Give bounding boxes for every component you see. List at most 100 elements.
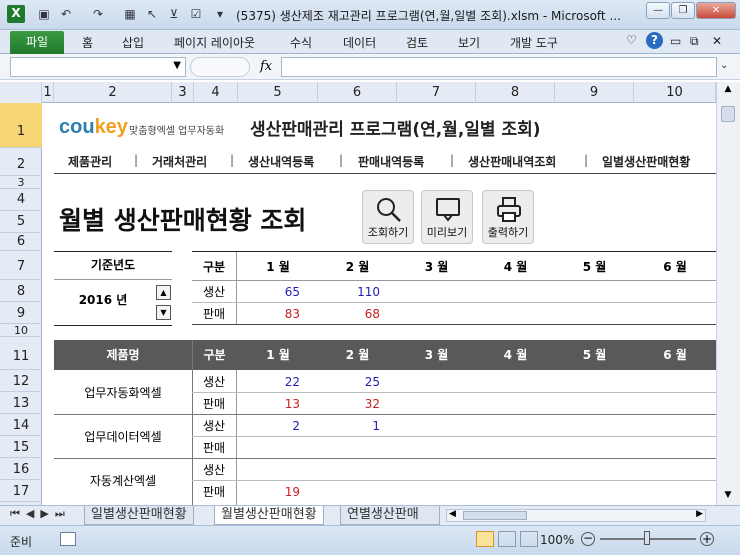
- print-button[interactable]: 출력하기: [482, 190, 534, 244]
- row-header-8[interactable]: 8: [0, 280, 42, 302]
- row-header-5[interactable]: 5: [0, 211, 42, 233]
- detail-sales-cell[interactable]: 32: [318, 393, 380, 414]
- vertical-scrollbar[interactable]: ▲ ▼: [716, 82, 740, 505]
- page-layout-view-icon[interactable]: [498, 531, 516, 547]
- column-header-3[interactable]: 3: [172, 82, 194, 103]
- tab-developer[interactable]: 개발 도구: [510, 34, 558, 51]
- row-header-11[interactable]: 11: [0, 337, 42, 370]
- zoom-level[interactable]: 100%: [540, 533, 574, 547]
- row-header-9[interactable]: 9: [0, 302, 42, 324]
- sheet-tab-monthly[interactable]: 월별생산판매현황: [214, 506, 324, 525]
- ribbon-restore-icon[interactable]: ⧉: [690, 34, 699, 49]
- h-scroll-thumb[interactable]: [463, 511, 527, 520]
- tab-view[interactable]: 보기: [458, 34, 480, 51]
- column-header-8[interactable]: 8: [476, 82, 555, 103]
- column-header-7[interactable]: 7: [397, 82, 476, 103]
- nav-history-search[interactable]: 생산판매내역조회: [468, 153, 556, 170]
- tab-data[interactable]: 데이터: [343, 34, 376, 51]
- scroll-right-arrow-icon[interactable]: ▶: [696, 509, 703, 519]
- ribbon-minimize-icon[interactable]: ▭: [670, 34, 681, 48]
- row-header-2[interactable]: 2: [0, 148, 42, 176]
- nav-production-entry[interactable]: 생산내역등록: [248, 153, 314, 170]
- ribbon-close-icon[interactable]: ✕: [712, 34, 722, 48]
- scroll-left-arrow-icon[interactable]: ◀: [449, 509, 456, 519]
- scroll-thumb[interactable]: [721, 106, 735, 122]
- close-button[interactable]: ✕: [696, 2, 736, 19]
- name-box-dropdown-icon[interactable]: ▼: [173, 60, 181, 71]
- detail-sales-cell[interactable]: 13: [238, 393, 300, 414]
- row-header-7[interactable]: 7: [0, 251, 42, 280]
- sheet-tab-yearly[interactable]: 연별생산판매: [340, 506, 440, 525]
- expand-formula-icon[interactable]: ⌄: [720, 60, 728, 71]
- horizontal-scrollbar[interactable]: ◀ ▶: [446, 509, 706, 522]
- restore-button[interactable]: ❐: [671, 2, 695, 19]
- detail-production-cell[interactable]: 2: [238, 415, 300, 436]
- row-header-1[interactable]: 1: [0, 103, 42, 148]
- year-spin-up[interactable]: ▲: [156, 285, 171, 300]
- summary-production-cell[interactable]: 65: [238, 281, 300, 302]
- sheet-nav-arrows-icon[interactable]: ⏮◀▶⏭: [10, 507, 71, 521]
- name-box[interactable]: ▼: [10, 57, 186, 77]
- year-value[interactable]: 2016 년: [54, 289, 172, 311]
- zoom-slider-thumb[interactable]: [644, 531, 650, 545]
- redo-icon[interactable]: ↷: [90, 6, 106, 22]
- column-header-2[interactable]: 2: [54, 82, 172, 103]
- tab-formulas[interactable]: 수식: [290, 34, 312, 51]
- row-header-10[interactable]: 10: [0, 324, 42, 337]
- column-header-4[interactable]: 4: [194, 82, 238, 103]
- tab-home[interactable]: 홈: [82, 34, 93, 51]
- tab-insert[interactable]: 삽입: [122, 34, 144, 51]
- tab-review[interactable]: 검토: [406, 34, 428, 51]
- undo-icon[interactable]: ↶: [58, 6, 74, 22]
- zoom-out-icon[interactable]: −: [581, 532, 595, 546]
- row-header-16[interactable]: 16: [0, 458, 42, 480]
- column-header-6[interactable]: 6: [318, 82, 397, 103]
- summary-sales-cell[interactable]: 83: [238, 303, 300, 324]
- summary-production-cell[interactable]: 110: [318, 281, 380, 302]
- tab-file[interactable]: 파일: [10, 31, 64, 54]
- save-icon[interactable]: ▣: [36, 6, 52, 22]
- row-header-15[interactable]: 15: [0, 436, 42, 458]
- sheet-tab-daily[interactable]: 일별생산판매현황: [84, 506, 194, 525]
- column-header-10[interactable]: 10: [634, 82, 716, 103]
- column-header-5[interactable]: 5: [238, 82, 318, 103]
- row-header-3[interactable]: 3: [0, 176, 42, 189]
- nav-customer[interactable]: 거래처관리: [152, 153, 207, 170]
- normal-view-icon[interactable]: [476, 531, 494, 547]
- insert-function-icon[interactable]: fx: [260, 59, 272, 74]
- macro-record-icon[interactable]: [60, 532, 76, 546]
- scroll-down-arrow-icon[interactable]: ▼: [721, 490, 735, 502]
- select-cursor-icon[interactable]: ↖: [144, 6, 160, 22]
- form-control-icon[interactable]: ☑: [188, 6, 204, 22]
- search-button[interactable]: 조회하기: [362, 190, 414, 244]
- column-header-1[interactable]: 1: [42, 82, 54, 103]
- nav-daily-status[interactable]: 일별생산판매현황: [602, 153, 690, 170]
- zoom-in-icon[interactable]: +: [700, 532, 714, 546]
- row-header-12[interactable]: 12: [0, 370, 42, 392]
- tab-page-layout[interactable]: 페이지 레이아웃: [174, 34, 255, 51]
- formula-input[interactable]: [281, 57, 717, 77]
- page-break-view-icon[interactable]: [520, 531, 538, 547]
- row-header-17[interactable]: 17: [0, 480, 42, 502]
- summary-sales-cell[interactable]: 68: [318, 303, 380, 324]
- select-all-corner[interactable]: [0, 82, 42, 103]
- row-header-14[interactable]: 14: [0, 414, 42, 436]
- column-header-9[interactable]: 9: [555, 82, 634, 103]
- help-icon[interactable]: ?: [646, 32, 663, 49]
- detail-production-cell[interactable]: 22: [238, 371, 300, 392]
- row-header-6[interactable]: 6: [0, 233, 42, 251]
- detail-production-cell[interactable]: 1: [318, 415, 380, 436]
- detail-sales-cell[interactable]: 19: [238, 481, 300, 502]
- detail-production-cell[interactable]: 25: [318, 371, 380, 392]
- ribbon-collapse-icon[interactable]: ♡: [626, 33, 637, 47]
- year-spin-down[interactable]: ▼: [156, 305, 171, 320]
- scroll-up-arrow-icon[interactable]: ▲: [721, 84, 735, 96]
- filter-icon[interactable]: ⊻: [166, 6, 182, 22]
- customize-toolbar-icon[interactable]: ▾: [212, 6, 228, 22]
- minimize-button[interactable]: —: [646, 2, 670, 19]
- form-icon[interactable]: ▦: [122, 6, 138, 22]
- nav-product[interactable]: 제품관리: [68, 153, 112, 170]
- row-header-13[interactable]: 13: [0, 392, 42, 414]
- row-header-4[interactable]: 4: [0, 189, 42, 211]
- nav-sales-entry[interactable]: 판매내역등록: [358, 153, 424, 170]
